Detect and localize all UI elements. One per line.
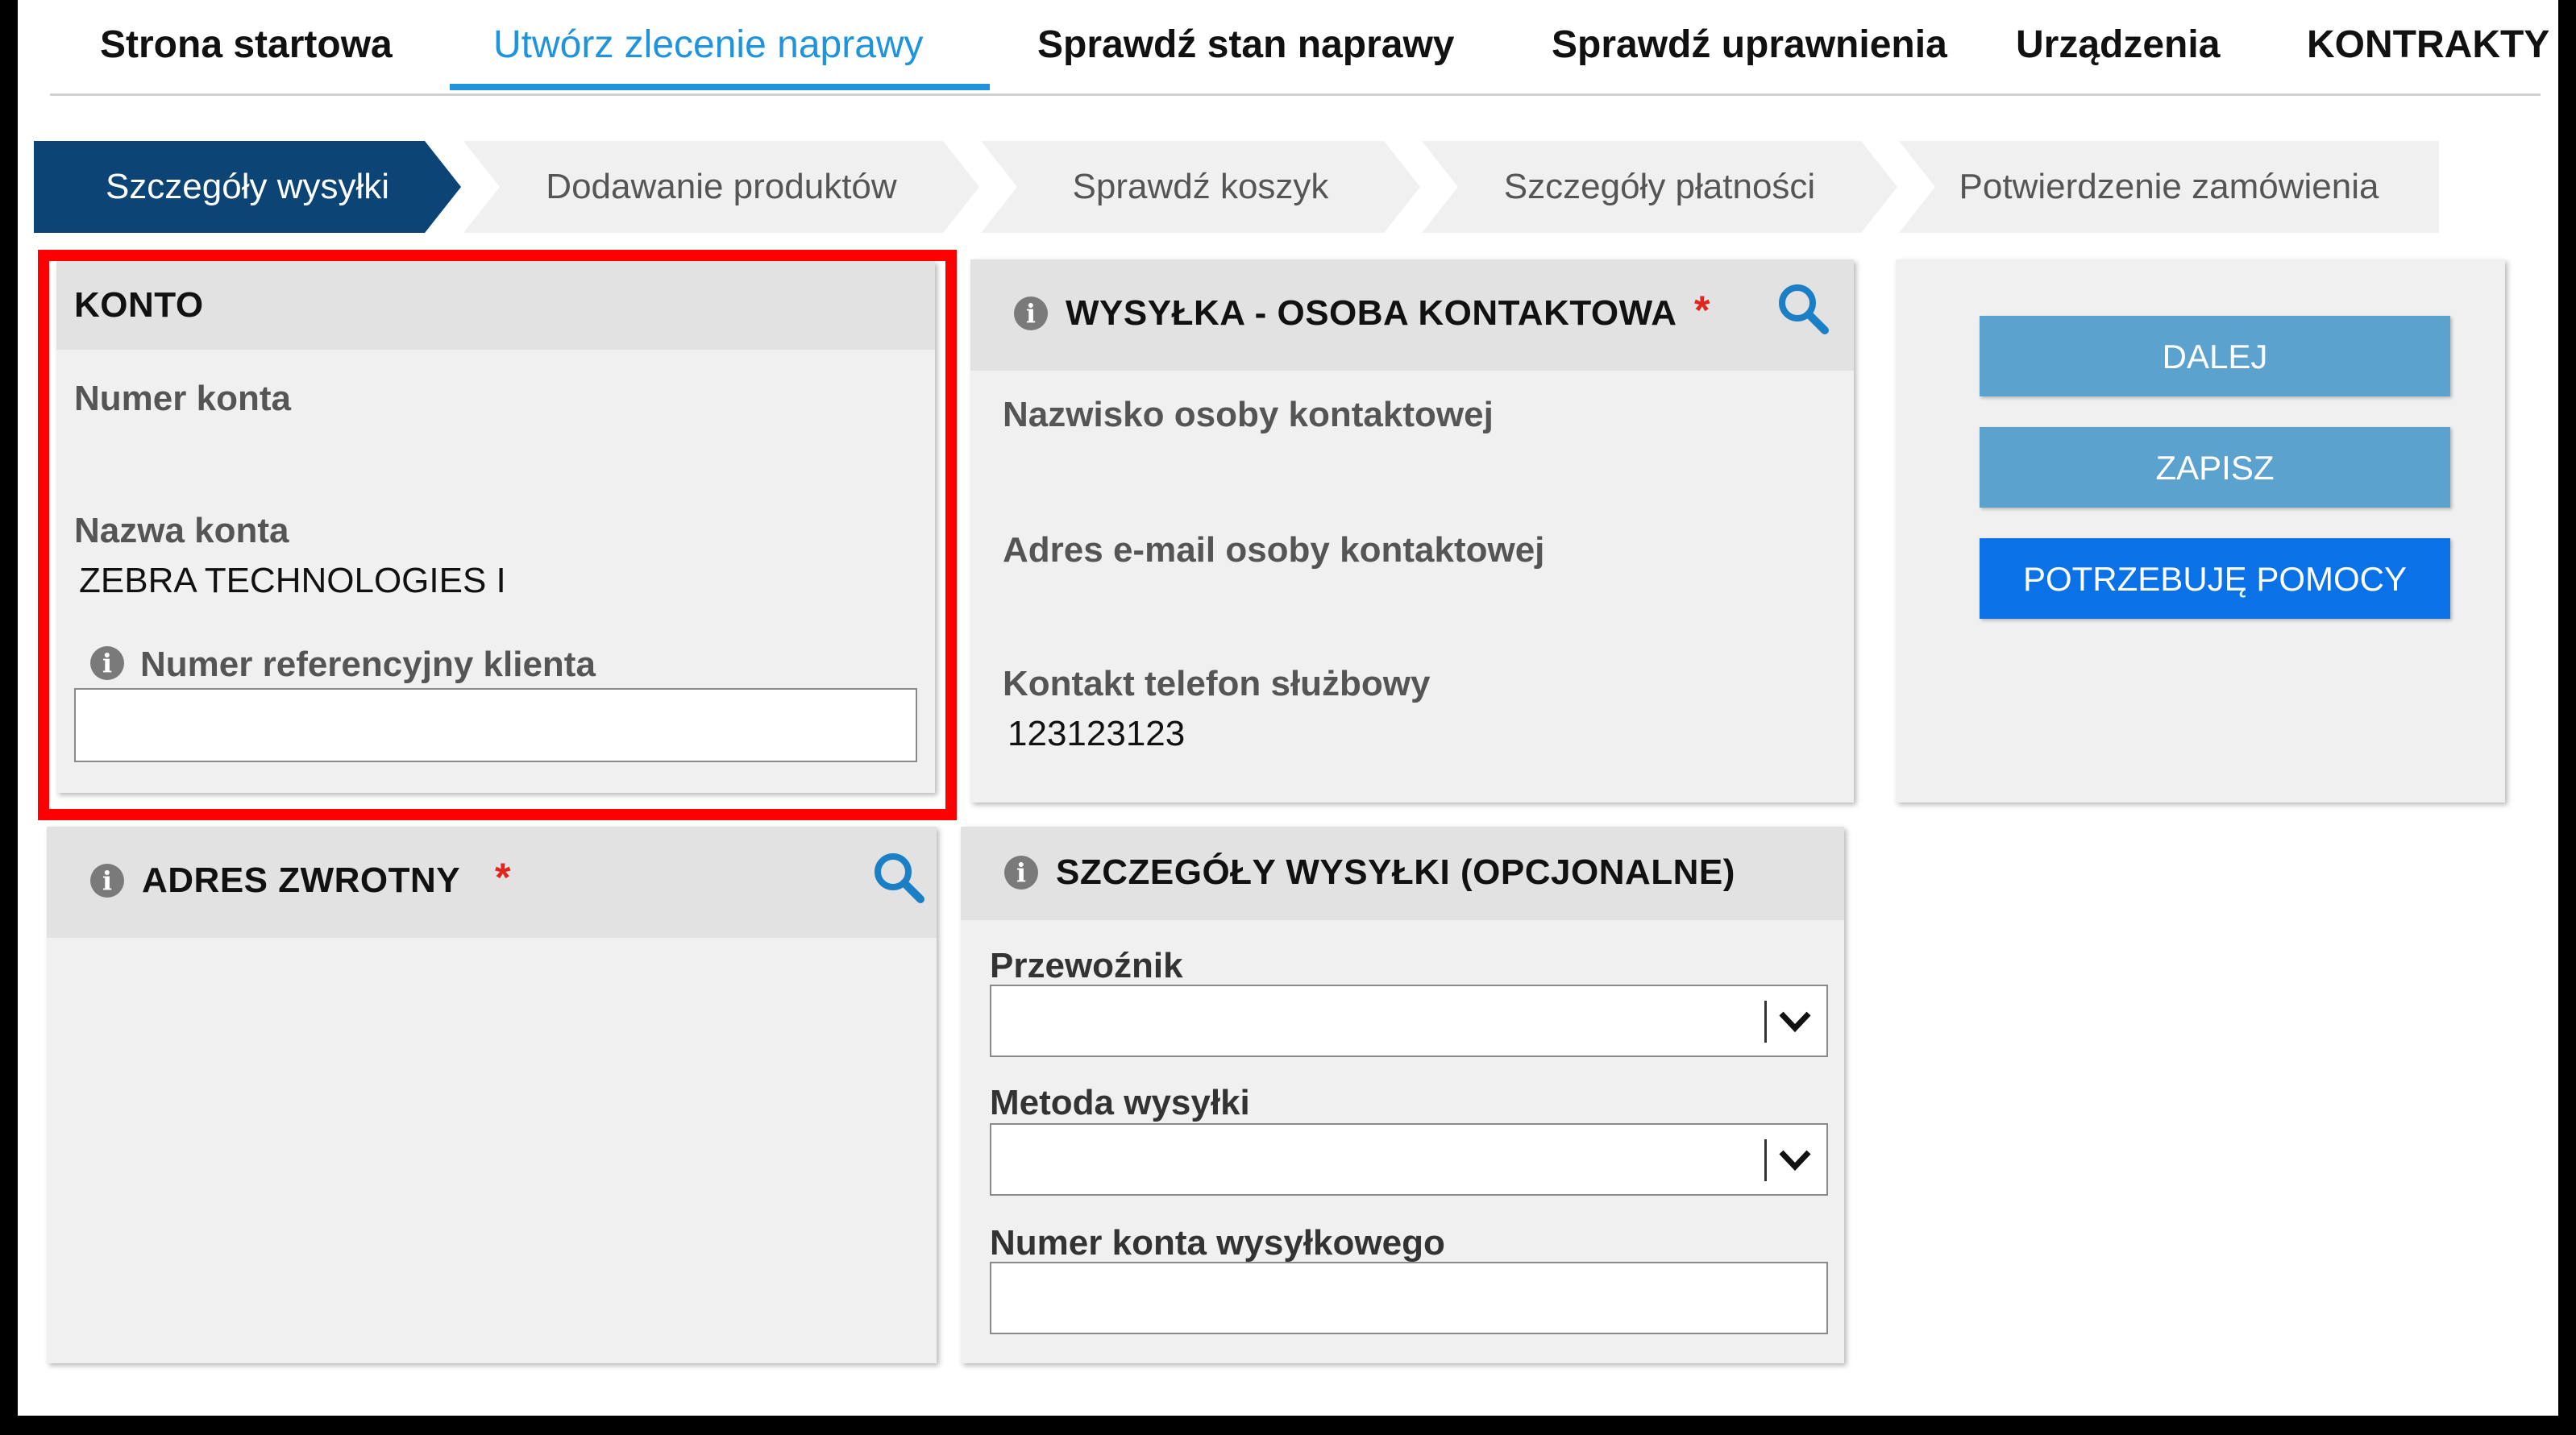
nav-contracts[interactable]: KONTRAKTY (2307, 23, 2549, 68)
return-address-panel: i ADRES ZWROTNY * (47, 827, 937, 1363)
shipping-details-header: i SZCZEGÓŁY WYSYŁKI (OPCJONALNE) (961, 827, 1844, 920)
step-shipping-details[interactable]: Szczegóły wysyłki (34, 141, 461, 233)
nav-check-entitlements[interactable]: Sprawdź uprawnienia (1552, 23, 1947, 68)
info-icon: i (1004, 856, 1038, 890)
required-marker: * (495, 855, 511, 900)
step-review-cart[interactable]: Sprawdź koszyk (981, 141, 1420, 233)
checkout-steps: Szczegóły wysyłki Dodawanie produktów Sp… (34, 141, 2439, 233)
contact-title: WYSYŁKA - OSOBA KONTAKTOWA (1066, 293, 1677, 333)
return-address-header: i ADRES ZWROTNY * (47, 827, 937, 938)
select-divider (1764, 1001, 1767, 1043)
info-icon: i (1014, 297, 1048, 330)
shipping-account-input[interactable] (990, 1262, 1828, 1334)
shipping-details-panel: i SZCZEGÓŁY WYSYŁKI (OPCJONALNE) Przewoź… (961, 827, 1844, 1363)
step-order-confirmation[interactable]: Potwierdzenie zamówienia (1899, 141, 2439, 233)
info-icon: i (90, 864, 124, 898)
help-button[interactable]: POTRZEBUJĘ POMOCY (1980, 538, 2450, 619)
shipping-method-select[interactable] (990, 1123, 1828, 1196)
contact-panel: i WYSYŁKA - OSOBA KONTAKTOWA * Nazwisko … (970, 259, 1854, 803)
select-divider (1764, 1139, 1767, 1181)
app-window: Strona startowa Utwórz zlecenie naprawy … (18, 0, 2558, 1416)
search-icon[interactable] (1776, 282, 1830, 335)
search-icon[interactable] (872, 851, 925, 904)
shipping-method-label: Metoda wysyłki (990, 1083, 1250, 1122)
return-address-title: ADRES ZWROTNY (142, 861, 461, 900)
required-marker: * (1694, 288, 1710, 333)
contact-phone-label: Kontakt telefon służbowy (1003, 664, 1431, 703)
contact-name-label: Nazwisko osoby kontaktowej (1003, 395, 1494, 434)
nav-home[interactable]: Strona startowa (100, 23, 393, 68)
nav-active-indicator (450, 84, 990, 90)
next-button[interactable]: DALEJ (1980, 316, 2450, 396)
top-navigation: Strona startowa Utwórz zlecenie naprawy … (50, 0, 2549, 96)
nav-devices[interactable]: Urządzenia (2016, 23, 2220, 68)
contact-panel-header: i WYSYŁKA - OSOBA KONTAKTOWA * (970, 259, 1854, 371)
save-button[interactable]: ZAPISZ (1980, 427, 2450, 508)
chevron-down-icon (1779, 1150, 1811, 1172)
nav-create-repair-order[interactable]: Utwórz zlecenie naprawy (493, 23, 924, 68)
nav-check-repair-status[interactable]: Sprawdź stan naprawy (1037, 23, 1454, 68)
contact-email-label: Adres e-mail osoby kontaktowej (1003, 530, 1545, 570)
highlight-box (38, 250, 957, 820)
carrier-select[interactable] (990, 985, 1828, 1057)
shipping-account-label: Numer konta wysyłkowego (990, 1223, 1445, 1263)
step-add-products[interactable]: Dodawanie produktów (463, 141, 979, 233)
contact-phone-value: 123123123 (1008, 714, 1186, 753)
step-payment-details[interactable]: Szczegóły płatności (1422, 141, 1897, 233)
chevron-down-icon (1779, 1011, 1811, 1033)
shipping-details-title: SZCZEGÓŁY WYSYŁKI (OPCJONALNE) (1056, 852, 1735, 892)
carrier-label: Przewoźnik (990, 946, 1183, 985)
